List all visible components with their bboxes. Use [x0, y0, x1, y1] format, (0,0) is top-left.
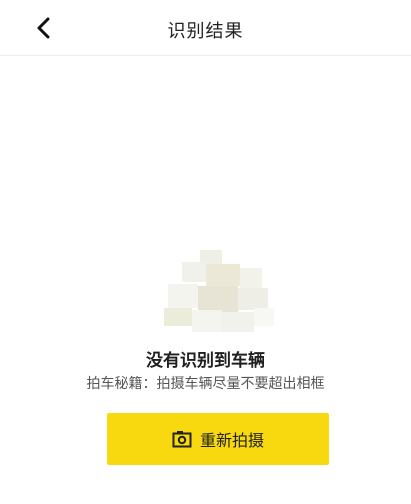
- recognition-result-page: 识别结果 没有识别到车辆 拍车秘籍：拍摄车辆尽量不要超出相框 重新拍摄: [0, 0, 411, 504]
- empty-result-illustration: [164, 250, 274, 332]
- result-heading: 没有识别到车辆: [146, 351, 265, 371]
- top-nav-bar: 识别结果: [0, 0, 411, 56]
- retake-label: 重新拍摄: [199, 431, 264, 450]
- page-title: 识别结果: [167, 21, 244, 42]
- camera-icon: [172, 431, 192, 448]
- result-tip: 拍车秘籍：拍摄车辆尽量不要超出相框: [86, 376, 325, 392]
- retake-photo-button[interactable]: 重新拍摄: [107, 413, 329, 465]
